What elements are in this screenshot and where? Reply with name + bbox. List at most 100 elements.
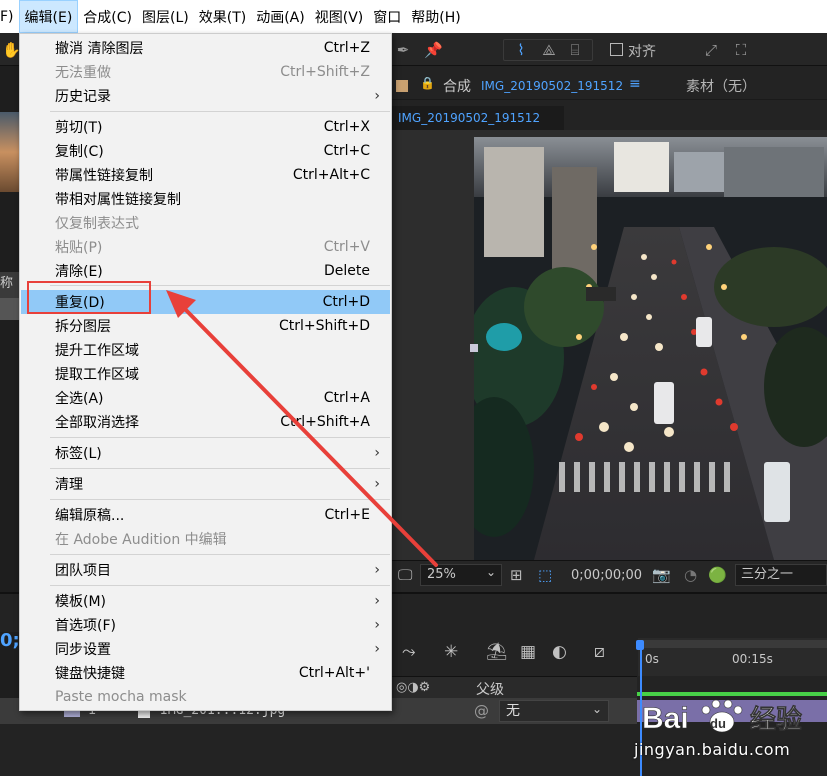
menu-layer[interactable]: 图层(L) — [137, 0, 194, 33]
fit-frame-icon[interactable]: ⛶ — [732, 41, 750, 59]
chevron-right-icon: › — [374, 476, 380, 492]
menu-animation[interactable]: 动画(A) — [251, 0, 310, 33]
work-area-bar[interactable] — [640, 640, 827, 648]
snap-edges-icon[interactable]: ⟁ — [540, 41, 558, 59]
watermark-url: jingyan.baidu.com — [634, 740, 791, 759]
menu-item-preferences[interactable]: 首选项(F) › — [21, 613, 390, 637]
chevron-right-icon: › — [374, 617, 380, 633]
menu-item-edit-in-audition: 在 Adobe Audition 中编辑 — [55, 532, 227, 548]
menu-item-copy[interactable]: 复制(C) Ctrl+C — [21, 139, 390, 163]
menu-view[interactable]: 视图(V) — [310, 0, 369, 33]
snap-icon[interactable]: ⌇ — [512, 41, 530, 59]
chevron-right-icon: › — [374, 641, 380, 657]
svg-text:经验: 经验 — [750, 704, 802, 735]
motion-blur-icon[interactable]: ◐ — [552, 642, 567, 662]
menu-item-extract-work-area[interactable]: 提取工作区域 — [21, 362, 390, 386]
menu-item-copy-with-property-links[interactable]: 带属性链接复制 Ctrl+Alt+C — [21, 163, 390, 187]
menu-file[interactable]: F) — [0, 0, 19, 33]
work-area-start-handle[interactable] — [636, 640, 644, 650]
parent-column-header: 父级 — [476, 682, 504, 698]
snap-corner-icon[interactable]: ⌸ — [566, 41, 584, 59]
menu-item-clear[interactable]: 清除(E) Delete — [21, 259, 390, 283]
monitor-icon[interactable]: 🖵 — [398, 566, 412, 584]
menu-edit[interactable]: 编辑(E) — [18, 0, 79, 33]
layer-handle[interactable] — [470, 344, 478, 352]
menu-item-paste: 粘贴(P) Ctrl+V — [55, 239, 370, 256]
hand-tool-icon[interactable]: ✋ — [2, 41, 21, 59]
color-channels-icon[interactable]: 🟢 — [708, 566, 727, 584]
current-time-display[interactable]: 0;00;00;00 — [571, 568, 642, 583]
menu-item-history[interactable]: 历史记录 › — [21, 84, 390, 108]
chevron-down-icon: ⌄ — [592, 702, 603, 716]
composition-tab[interactable]: 合成 — [443, 76, 471, 96]
name-column-label: 称 — [0, 276, 14, 291]
night-street-photo — [474, 137, 827, 560]
svg-text:du: du — [710, 716, 726, 731]
expand-icon[interactable]: ⤢ — [702, 41, 720, 59]
menu-help[interactable]: 帮助(H) — [406, 0, 465, 33]
menu-separator — [50, 468, 390, 469]
menu-item-deselect-all[interactable]: 全部取消选择 Ctrl+Shift+A — [21, 410, 390, 434]
menu-item-undo[interactable]: 撤消 清除图层 Ctrl+Z — [21, 36, 390, 60]
graph-editor-icon[interactable]: ⧄ — [594, 642, 605, 662]
menu-item-cut[interactable]: 剪切(T) Ctrl+X — [21, 115, 390, 139]
show-channel-icon[interactable]: ◔ — [684, 566, 697, 584]
chevron-right-icon: › — [374, 445, 380, 461]
composition-tab-name[interactable]: IMG_20190502_191512 — [481, 79, 623, 93]
panel-menu-icon[interactable]: ≡ — [629, 76, 641, 92]
align-label: 对齐 — [628, 44, 656, 60]
menu-item-lift-work-area[interactable]: 提升工作区域 — [21, 338, 390, 362]
menu-item-split-layer[interactable]: 拆分图层 Ctrl+Shift+D — [21, 314, 390, 338]
region-of-interest-icon[interactable]: ⊞ — [510, 566, 523, 584]
edit-menu-dropdown: 撤消 清除图层 Ctrl+Z 无法重做 Ctrl+Shift+Z 历史记录 › 剪切(… — [19, 33, 392, 711]
pen-tool-icon[interactable]: ✒ — [394, 41, 412, 59]
ruler-label-15s: 00:15s — [732, 652, 773, 666]
svg-text:Bai: Bai — [642, 702, 689, 735]
chevron-down-icon: ⌄ — [486, 565, 497, 579]
shy-layers-icon[interactable]: ⛱ — [486, 642, 508, 662]
composition-flowchart-icon[interactable]: ⤳ — [402, 642, 416, 662]
menu-window[interactable]: 窗口 — [368, 0, 406, 33]
menu-separator — [50, 585, 390, 586]
chevron-right-icon: › — [374, 88, 380, 104]
grid-guides-dropdown[interactable]: 三分之一 — [735, 564, 827, 586]
menu-item-purge[interactable]: 清理 › — [21, 472, 390, 496]
menu-item-templates[interactable]: 模板(M) › — [21, 589, 390, 613]
menu-separator — [50, 499, 390, 500]
menu-item-keyboard-shortcuts[interactable]: 键盘快捷键 Ctrl+Alt+' — [21, 661, 390, 685]
composition-breadcrumb-item[interactable]: IMG_20190502_191512 — [398, 111, 540, 125]
menu-item-copy-with-relative-links[interactable]: 带相对属性链接复制 — [21, 187, 390, 211]
draft-3d-icon[interactable]: ✳ — [444, 642, 458, 662]
chevron-right-icon: › — [374, 562, 380, 578]
menu-bar: F) 编辑(E) 合成(C) 图层(L) 效果(T) 动画(A) 视图(V) 窗… — [0, 0, 827, 33]
pin-tool-icon[interactable]: 📌 — [424, 41, 443, 59]
project-column-header: 称 — [0, 272, 20, 298]
chevron-right-icon: › — [374, 593, 380, 609]
camera-icon[interactable]: 📷 — [652, 566, 671, 584]
switches-icon[interactable]: ◎◑⚙ — [396, 680, 430, 695]
menu-separator — [50, 437, 390, 438]
project-row[interactable] — [0, 298, 20, 320]
menu-item-team-project[interactable]: 团队项目 › — [21, 558, 390, 582]
menu-item-select-all[interactable]: 全选(A) Ctrl+A — [21, 386, 390, 410]
menu-item-redo: 无法重做 Ctrl+Shift+Z — [55, 64, 370, 81]
timeline-timecode[interactable]: 0; — [0, 630, 20, 651]
frame-blending-icon[interactable]: ▦ — [520, 642, 536, 662]
pick-whip-icon[interactable]: @ — [474, 702, 489, 720]
menu-item-sync-settings[interactable]: 同步设置 › — [21, 637, 390, 661]
annotation-highlight-box — [27, 281, 151, 314]
menu-item-label[interactable]: 标签(L) › — [21, 441, 390, 465]
menu-item-paste-mocha-mask: Paste mocha mask — [55, 689, 187, 705]
menu-effect[interactable]: 效果(T) — [194, 0, 251, 33]
lock-icon[interactable]: 🔒 — [420, 76, 435, 90]
align-checkbox[interactable] — [610, 43, 623, 56]
menu-separator — [50, 111, 390, 112]
menu-separator — [50, 554, 390, 555]
transparency-grid-icon[interactable]: ⬚ — [538, 566, 552, 584]
footage-tab[interactable]: 素材（无） — [686, 76, 756, 96]
composition-color-swatch — [396, 80, 408, 92]
ruler-label-start: 0s — [645, 652, 659, 666]
project-thumbnail — [0, 112, 20, 192]
menu-item-edit-original[interactable]: 编辑原稿... Ctrl+E — [21, 503, 390, 527]
menu-composition[interactable]: 合成(C) — [78, 0, 137, 33]
